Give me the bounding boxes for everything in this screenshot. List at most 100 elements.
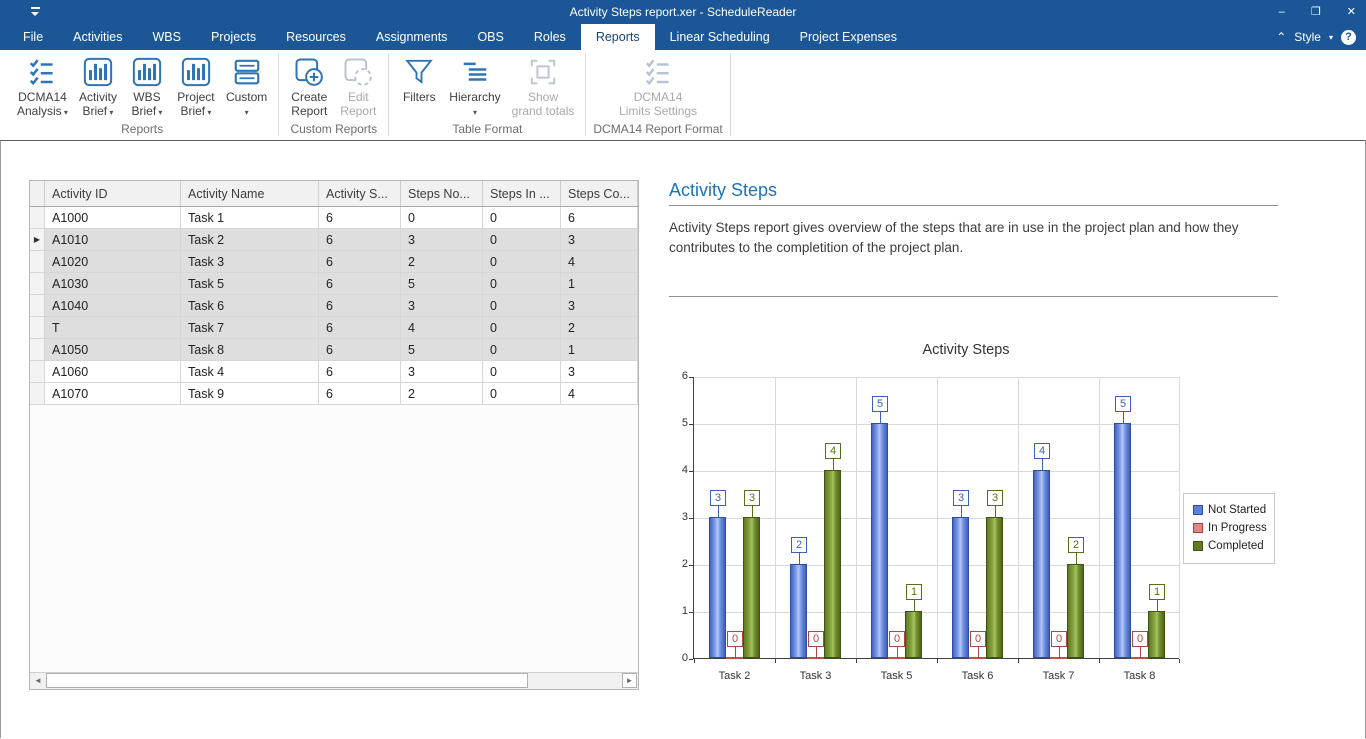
tab-obs[interactable]: OBS — [462, 24, 518, 50]
row-selector — [30, 383, 45, 404]
y-axis-label: 5 — [681, 417, 688, 429]
table-row-a1010[interactable]: ▶ A1010 Task 26303 — [30, 229, 638, 251]
y-axis-tick — [689, 518, 693, 519]
table-row-a1030[interactable]: A1030 Task 56501 — [30, 273, 638, 295]
tab-wbs[interactable]: WBS — [137, 24, 195, 50]
restore-button[interactable]: ❐ — [1311, 0, 1321, 24]
table-row-a1060[interactable]: A1060 Task 46303 — [30, 361, 638, 383]
gridline — [937, 377, 938, 658]
cell: 0 — [483, 229, 561, 250]
column-header-activity-s[interactable]: Activity S... — [319, 181, 401, 206]
bar-not-started-task-5 — [871, 423, 888, 658]
x-axis-tick — [1099, 659, 1100, 663]
data-label: 3 — [744, 490, 760, 506]
scrollbar-thumb[interactable] — [46, 673, 528, 688]
divider — [669, 296, 1278, 297]
hierarchy-label: Hierarchy ▾ — [449, 90, 501, 117]
y-axis-tick — [689, 471, 693, 472]
column-header-activity-name[interactable]: Activity Name — [181, 181, 319, 206]
bar-not-started-task-6 — [952, 517, 969, 658]
tab-project-expenses[interactable]: Project Expenses — [785, 24, 912, 50]
collapse-ribbon-icon[interactable]: ⌃ — [1276, 31, 1286, 43]
cell: 5 — [401, 339, 483, 360]
table-row-a1000[interactable]: A1000 Task 16006 — [30, 207, 638, 229]
tab-linear-scheduling[interactable]: Linear Scheduling — [655, 24, 785, 50]
horizontal-scrollbar[interactable]: ◄ ► — [30, 672, 638, 689]
cell: 1 — [561, 339, 638, 360]
table-row-a1020[interactable]: A1020 Task 36204 — [30, 251, 638, 273]
table-row-a1050[interactable]: A1050 Task 86501 — [30, 339, 638, 361]
column-header-steps-no[interactable]: Steps No... — [401, 181, 483, 206]
tab-assignments[interactable]: Assignments — [361, 24, 463, 50]
content-area: Activity ID Activity Name Activity S... Ste… — [0, 140, 1366, 738]
filters-button[interactable]: Filters — [396, 53, 442, 105]
x-axis-label: Task 3 — [799, 670, 832, 682]
close-button[interactable]: ✕ — [1347, 0, 1356, 24]
dcma14-analysis-button[interactable]: DCMA14 Analysis ▾ — [13, 53, 72, 119]
label-connector — [880, 412, 881, 424]
tab-roles[interactable]: Roles — [519, 24, 581, 50]
data-label: 0 — [1051, 631, 1067, 647]
tab-file[interactable]: File — [8, 24, 58, 50]
dcma14-limits-settings-label: DCMA14 Limits Settings — [619, 90, 698, 118]
cell: Task 9 — [181, 383, 319, 404]
custom-label: Custom ▾ — [225, 90, 268, 117]
cell: Task 4 — [181, 361, 319, 382]
cell: 2 — [401, 251, 483, 272]
bar-chart-icon — [181, 57, 211, 87]
bar-completed-task-6 — [986, 517, 1003, 658]
y-axis-tick — [689, 377, 693, 378]
custom-button[interactable]: Custom ▾ — [222, 53, 271, 119]
style-dropdown-icon[interactable]: ▾ — [1329, 33, 1333, 42]
cell: A1030 — [45, 273, 181, 294]
x-axis-label: Task 7 — [1042, 670, 1075, 682]
bar-completed-task-7 — [1067, 564, 1084, 658]
y-axis-tick — [689, 659, 693, 660]
activity-brief-button[interactable]: Activity Brief ▾ — [75, 53, 121, 119]
column-header-steps-in[interactable]: Steps In ... — [483, 181, 561, 206]
label-connector — [897, 647, 898, 659]
edit-report-icon — [343, 57, 373, 87]
scroll-right-arrow-icon[interactable]: ► — [622, 673, 637, 688]
column-header-steps-co[interactable]: Steps Co... — [561, 181, 638, 206]
ribbon-group-label: DCMA14 Report Format — [593, 122, 723, 136]
cell: 6 — [319, 361, 401, 382]
project-brief-button[interactable]: Project Brief ▾ — [173, 53, 219, 119]
tab-resources[interactable]: Resources — [271, 24, 361, 50]
create-report-label: Create Report — [291, 90, 328, 118]
create-report-button[interactable]: Create Report — [286, 53, 332, 118]
quick-access-menu-icon[interactable] — [30, 4, 42, 19]
table-row-t[interactable]: T Task 76402 — [30, 317, 638, 339]
row-selector — [30, 251, 45, 272]
tab-activities[interactable]: Activities — [58, 24, 137, 50]
help-button[interactable]: ? — [1341, 29, 1356, 45]
cell: 6 — [319, 295, 401, 316]
label-connector — [816, 647, 817, 659]
scroll-left-arrow-icon[interactable]: ◄ — [31, 674, 45, 688]
table-row-a1070[interactable]: A1070 Task 96204 — [30, 383, 638, 405]
title-bar: Activity Steps report.xer - ScheduleRead… — [0, 0, 1366, 24]
ribbon-tab-bar: File Activities WBS Projects Resources Assign… — [0, 24, 1366, 50]
tab-reports[interactable]: Reports — [580, 24, 655, 50]
y-axis-tick — [689, 424, 693, 425]
y-axis-tick — [689, 565, 693, 566]
report-title: Activity Steps — [669, 180, 778, 200]
dcma14-limits-settings-button: DCMA14 Limits Settings — [615, 53, 701, 118]
activity-table-panel: Activity ID Activity Name Activity S... Ste… — [29, 180, 639, 690]
tab-projects[interactable]: Projects — [196, 24, 271, 50]
x-axis-tick — [694, 659, 695, 663]
hierarchy-button[interactable]: Hierarchy ▾ — [445, 53, 504, 119]
table-row-a1040[interactable]: A1040 Task 66303 — [30, 295, 638, 317]
label-connector — [978, 647, 979, 659]
minimize-button[interactable]: – — [1279, 0, 1285, 24]
dcma14-analysis-label: DCMA14 Analysis ▾ — [17, 90, 68, 118]
label-connector — [1123, 412, 1124, 424]
column-header-activity-id[interactable]: Activity ID — [45, 181, 181, 206]
label-connector — [961, 506, 962, 518]
legend-swatch-in-progress — [1193, 523, 1203, 533]
wbs-brief-button[interactable]: WBS Brief ▾ — [124, 53, 170, 119]
style-button[interactable]: Style — [1294, 30, 1321, 44]
label-connector — [752, 506, 753, 518]
gridline — [856, 377, 857, 658]
filter-icon — [404, 57, 434, 87]
